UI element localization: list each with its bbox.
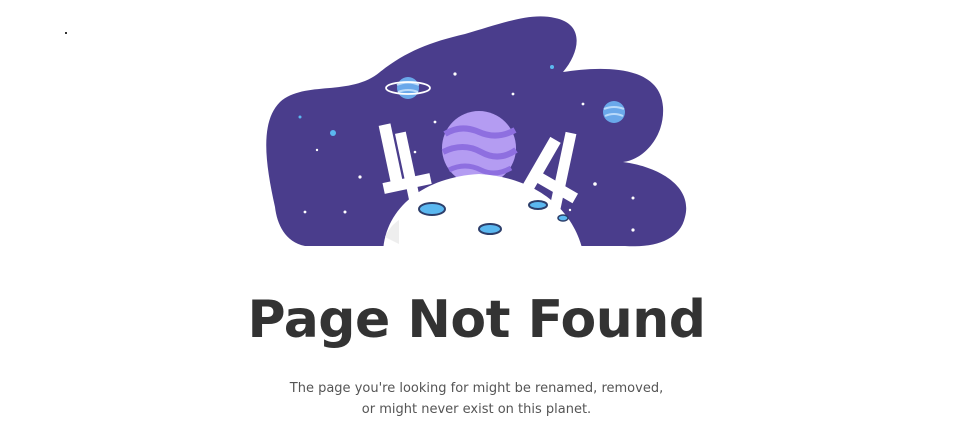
purple-planet-icon <box>441 111 518 185</box>
not-found-page: Page Not Found The page you're looking f… <box>0 0 953 436</box>
small-planet-icon <box>603 101 625 123</box>
error-message-line-1: The page you're looking for might be ren… <box>289 381 664 396</box>
error-message-line-2: or might never exist on this planet. <box>361 402 592 417</box>
page-title: Page Not Found <box>247 290 706 350</box>
stray-dot <box>65 32 67 34</box>
404-illustration <box>266 16 687 252</box>
error-message: The page you're looking for might be ren… <box>0 378 953 420</box>
